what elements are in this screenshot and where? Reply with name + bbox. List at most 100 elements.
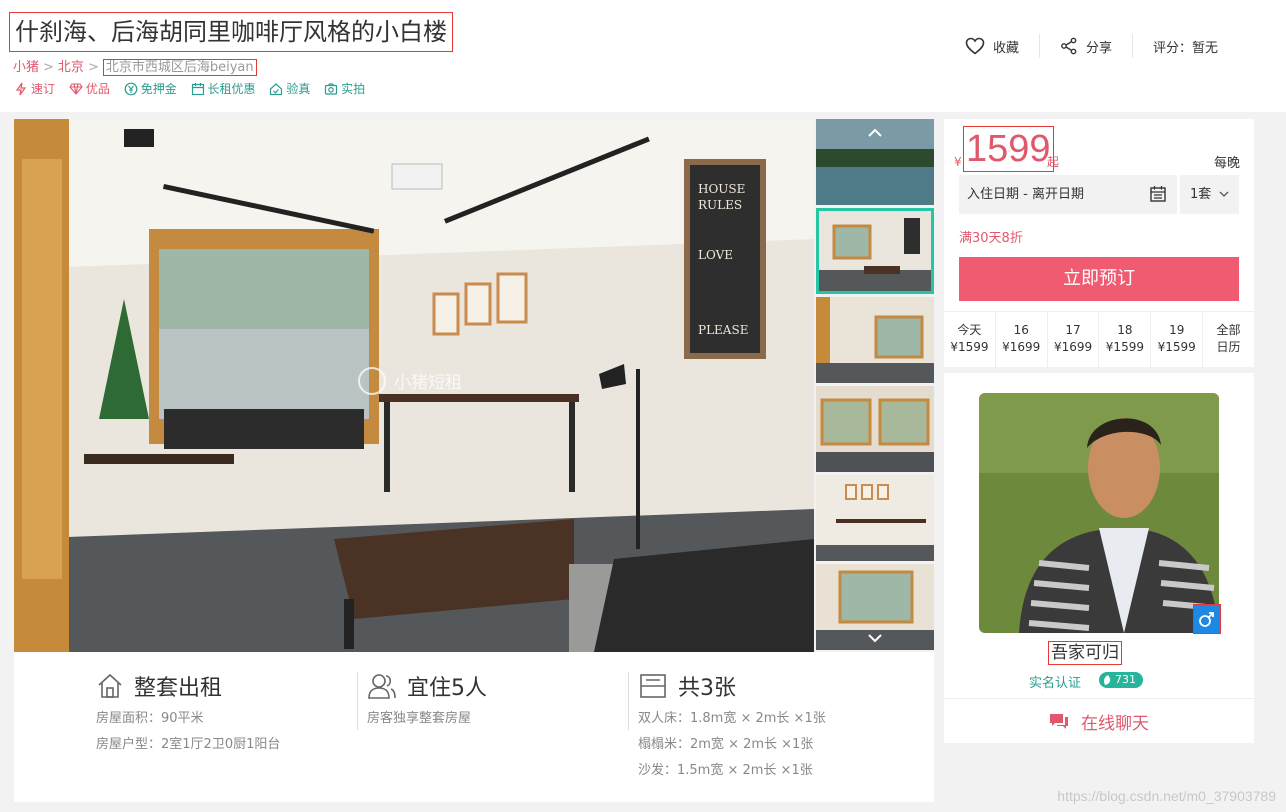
verified-label: 实名认证: [1029, 676, 1082, 691]
calendar-day-label: 19: [1169, 323, 1185, 337]
feature-beds: 共3张 双人床：1.8m宽 × 2m长 ×1张 榻榻米：2m宽 × 2m长 ×1…: [638, 670, 826, 780]
thumbnail[interactable]: [816, 386, 934, 472]
price-value: 1599: [963, 126, 1054, 172]
tag-label: 优品: [85, 82, 110, 96]
feature-rent-type: 整套出租 房屋面积：90平米 房屋户型：2室1厅2卫0厨1阳台: [96, 670, 280, 754]
feature-detail: 房屋面积：90平米: [96, 711, 204, 726]
unit-select[interactable]: 1套: [1180, 175, 1239, 214]
cafe-interior-photo: HOUSE RULES LOVE PLEASE 小猪短租: [14, 119, 814, 652]
online-chat-button[interactable]: 在线聊天: [944, 698, 1254, 743]
people-icon: [368, 674, 396, 699]
book-now-button[interactable]: 立即预订: [959, 257, 1239, 301]
calendar-day-label: 全部: [1216, 323, 1241, 337]
tag-label: 免押金: [140, 82, 177, 96]
share-button[interactable]: 分享: [1038, 34, 1132, 58]
thumbnail-strip: [816, 119, 934, 652]
thumbnail[interactable]: [816, 297, 934, 383]
breadcrumb: 小猪 > 北京 > 北京市西城区后海beiyan: [13, 56, 257, 76]
breadcrumb-link-city[interactable]: 北京: [58, 60, 84, 75]
listing-tags: 速订 优品 免押金 长租优惠 验真 实拍: [14, 80, 375, 99]
bed-icon: [640, 674, 666, 698]
calendar-icon: [1150, 186, 1166, 202]
chat-label: 在线聊天: [1081, 713, 1149, 734]
thumbnail-scroll-down-button[interactable]: [816, 624, 934, 652]
thumbnail[interactable]: [816, 475, 934, 561]
share-icon: [1061, 37, 1077, 55]
calendar-day-label: 今天: [957, 323, 982, 337]
chat-icon: [1050, 714, 1068, 729]
thumbnail-image: [816, 208, 934, 294]
price-suffix: 起: [1047, 155, 1060, 169]
rating-display: 评分：暂无: [1131, 34, 1238, 58]
svg-text:LOVE: LOVE: [698, 248, 733, 262]
share-label: 分享: [1085, 40, 1112, 56]
male-gender-badge: [1193, 604, 1221, 634]
house-icon: [98, 673, 122, 698]
calendar-day[interactable]: 16 ¥1699: [994, 312, 1047, 367]
calendar-day-price: ¥1699: [1053, 340, 1093, 354]
calendar-day-price: ¥1599: [1105, 340, 1144, 354]
calendar-day-price: 日历: [1216, 340, 1241, 354]
tag-verified: 验真: [269, 80, 310, 97]
chevron-down-icon: [868, 634, 882, 643]
calendar-day[interactable]: 19 ¥1599: [1150, 312, 1202, 367]
thumbnail-image: [816, 297, 934, 383]
favorite-button[interactable]: 收藏: [945, 34, 1039, 58]
camera-icon: [325, 82, 338, 95]
calendar-day[interactable]: 今天 ¥1599: [944, 312, 995, 367]
thumbnail-image: [816, 386, 934, 472]
thumbnail-image: [816, 475, 934, 561]
room-info-bar: 整套出租 房屋面积：90平米 房屋户型：2室1厅2卫0厨1阳台 宜住5人 房客独…: [14, 652, 934, 802]
calendar-day[interactable]: 17 ¥1699: [1046, 312, 1099, 367]
diamond-icon: [69, 82, 83, 95]
credit-score-value: 731: [1115, 673, 1136, 686]
tag-label: 长租优惠: [207, 82, 256, 96]
currency-symbol: ¥: [954, 155, 962, 169]
breadcrumb-separator: >: [43, 60, 54, 75]
calendar-day-price: ¥1599: [1157, 340, 1196, 354]
feature-detail: 房客独享整套房屋: [367, 711, 472, 726]
calendar-day[interactable]: 18 ¥1599: [1098, 312, 1150, 367]
svg-text:RULES: RULES: [698, 198, 742, 212]
heart-icon: [965, 37, 985, 55]
house-check-icon: [270, 82, 283, 95]
feature-detail: 沙发：1.5m宽 × 2m长 ×1张: [638, 763, 813, 778]
svg-text:PLEASE: PLEASE: [698, 323, 748, 337]
photo-watermark: 小猪短租: [394, 373, 462, 393]
price-calendar: 今天 ¥1599 16 ¥1699 17 ¥1699 18 ¥1599 19 ¥1599 …: [944, 311, 1254, 367]
chevron-down-icon: [1219, 191, 1229, 197]
tag-label: 速订: [31, 82, 56, 96]
tag-long-stay: 长租优惠: [191, 80, 256, 97]
tag-label: 实拍: [341, 82, 366, 96]
per-night-label: 每晚: [1213, 156, 1240, 171]
calendar-day-label: 18: [1117, 323, 1133, 337]
calendar-day-label: 17: [1065, 323, 1081, 337]
male-symbol-icon: [1199, 612, 1214, 627]
chevron-up-icon: [868, 128, 882, 137]
breadcrumb-current: 北京市西城区后海beiyan: [102, 59, 257, 76]
tag-no-deposit: 免押金: [124, 80, 177, 97]
blog-watermark: https://blog.csdn.net/m0_37903789: [1057, 788, 1276, 804]
full-calendar-link[interactable]: 全部 日历: [1202, 312, 1254, 367]
header-actions: 收藏 分享 评分：暂无: [945, 34, 1238, 58]
feature-title: 宜住5人: [407, 676, 487, 701]
main-photo[interactable]: HOUSE RULES LOVE PLEASE 小猪短租: [14, 119, 814, 652]
svg-text:HOUSE: HOUSE: [698, 182, 745, 196]
divider: [357, 672, 358, 730]
divider: [628, 672, 629, 730]
breadcrumb-separator: >: [87, 60, 99, 75]
breadcrumb-link-home[interactable]: 小猪: [13, 60, 39, 75]
leaf-icon: [1104, 675, 1111, 685]
thumbnail-selected[interactable]: [816, 208, 934, 294]
credit-score-badge: 731: [1099, 672, 1143, 688]
booking-panel: ¥ 1599 起 每晚 入住日期 - 离开日期 1套 满30天8折 立即预订 今…: [944, 119, 1254, 367]
date-range-picker[interactable]: 入住日期 - 离开日期: [959, 175, 1177, 214]
feature-detail: 榻榻米：2m宽 × 2m长 ×1张: [638, 737, 814, 752]
thumbnail-scroll-up-button[interactable]: [816, 119, 934, 147]
host-name[interactable]: 吾家可归: [1048, 641, 1122, 665]
host-panel: 吾家可归 实名认证 731 在线聊天: [944, 373, 1254, 743]
feature-title: 共3张: [678, 676, 736, 701]
listing-title: 什刹海、后海胡同里咖啡厅风格的小白楼: [9, 12, 453, 52]
host-avatar[interactable]: [979, 393, 1219, 633]
tag-instant-book: 速订: [14, 80, 55, 97]
